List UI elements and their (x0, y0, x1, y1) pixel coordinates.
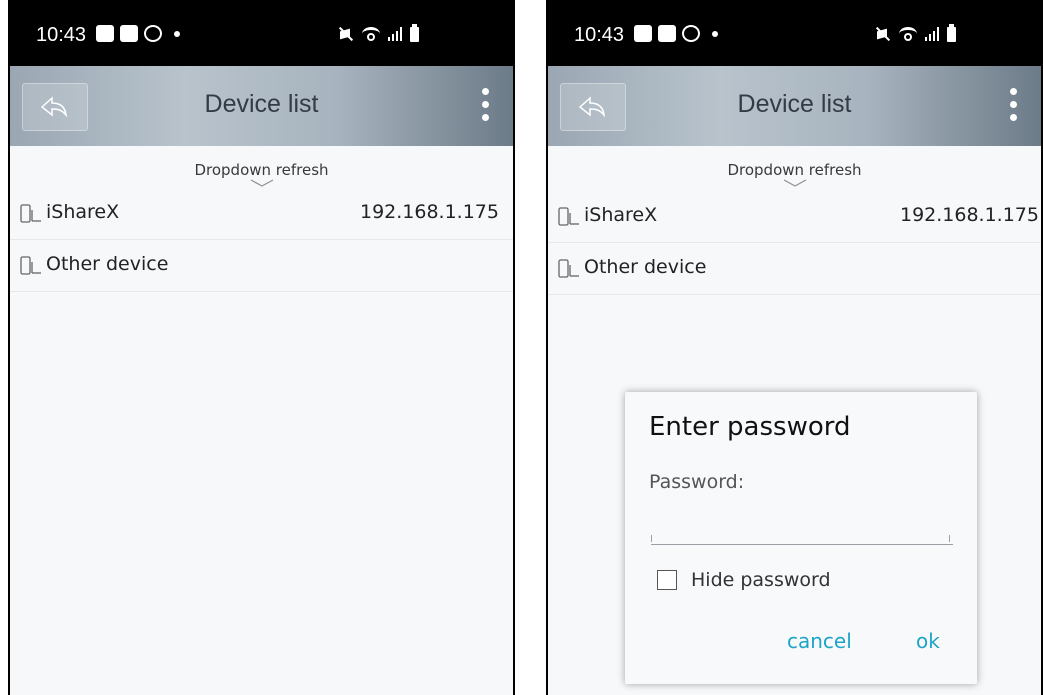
app-bar: Device list (548, 66, 1041, 146)
status-time: 10:43 (574, 24, 625, 46)
chevron-down-icon (783, 179, 806, 187)
hide-password-checkbox[interactable] (657, 570, 677, 590)
device-name: Other device (584, 256, 707, 278)
password-input[interactable] (651, 510, 953, 545)
dialog-title: Enter password (649, 412, 851, 442)
menu-dot-icon (482, 88, 489, 95)
menu-dot-icon (1010, 101, 1017, 108)
page-title: Device list (737, 90, 852, 118)
device-ip: 192.168.1.175 (899, 204, 1039, 226)
refresh-hint: Dropdown refresh (727, 161, 862, 179)
input-underline-tick (949, 535, 950, 542)
notification-icons (634, 25, 718, 42)
device-row-isharex[interactable]: iShareX 192.168.1.175 (10, 188, 513, 240)
app-notification-icon (658, 25, 676, 42)
phone-screen-right: 10:43 Device list Dropdown refresh iShar… (546, 0, 1043, 695)
device-list[interactable]: Dropdown refresh iShareX 192.168.1.175 O… (10, 146, 513, 695)
cancel-button[interactable]: cancel (787, 629, 852, 653)
device-ip: 192.168.1.175 (359, 201, 499, 223)
battery-icon (947, 23, 956, 42)
page-title: Device list (204, 90, 319, 118)
chevron-down-icon (250, 179, 273, 187)
screen: 10:43 Device list Dropdown refresh iShar… (10, 0, 513, 695)
overflow-menu-button[interactable] (1009, 88, 1019, 128)
overflow-menu-button[interactable] (481, 88, 491, 128)
menu-dot-icon (482, 101, 489, 108)
menu-dot-icon (482, 114, 489, 121)
menu-dot-icon (1010, 88, 1017, 95)
password-dialog: Enter password Password: Hide password c… (625, 392, 977, 684)
wifi-icon (899, 27, 917, 41)
app-bar: Device list (10, 66, 513, 146)
screen: 10:43 Device list Dropdown refresh iShar… (548, 0, 1041, 695)
more-notifications-dot-icon (174, 30, 180, 37)
ok-button[interactable]: ok (916, 629, 940, 653)
device-row-other[interactable]: Other device (548, 243, 1041, 295)
status-bar: 10:43 (10, 0, 513, 66)
device-icon (20, 256, 41, 275)
battery-icon (410, 23, 419, 42)
menu-dot-icon (1010, 114, 1017, 121)
image-notification-icon (634, 25, 652, 42)
notification-icons (96, 25, 180, 42)
refresh-hint: Dropdown refresh (194, 161, 329, 179)
image-notification-icon (120, 25, 138, 42)
wifi-icon (362, 27, 380, 41)
system-icons (338, 23, 419, 42)
input-underline-tick (651, 535, 652, 542)
device-row-other[interactable]: Other device (10, 240, 513, 292)
signal-icon (925, 27, 939, 41)
signal-icon (388, 27, 402, 41)
whatsapp-icon (682, 25, 700, 42)
app-notification-icon (96, 25, 114, 42)
device-name: iShareX (584, 204, 658, 226)
device-name: Other device (46, 253, 169, 275)
device-row-isharex[interactable]: iShareX 192.168.1.175 (548, 191, 1041, 243)
password-label: Password: (649, 471, 745, 493)
whatsapp-icon (144, 25, 162, 42)
status-time: 10:43 (36, 24, 87, 46)
device-icon (558, 259, 579, 278)
status-bar: 10:43 (548, 0, 1041, 66)
more-notifications-dot-icon (712, 30, 718, 37)
hide-password-label[interactable]: Hide password (691, 569, 831, 591)
device-icon (558, 207, 579, 226)
device-name: iShareX (46, 201, 120, 223)
system-icons (875, 23, 956, 42)
device-icon (20, 204, 41, 223)
mute-icon (338, 26, 354, 42)
phone-screen-left: 10:43 Device list Dropdown refresh iShar… (8, 0, 515, 695)
mute-icon (875, 26, 891, 42)
